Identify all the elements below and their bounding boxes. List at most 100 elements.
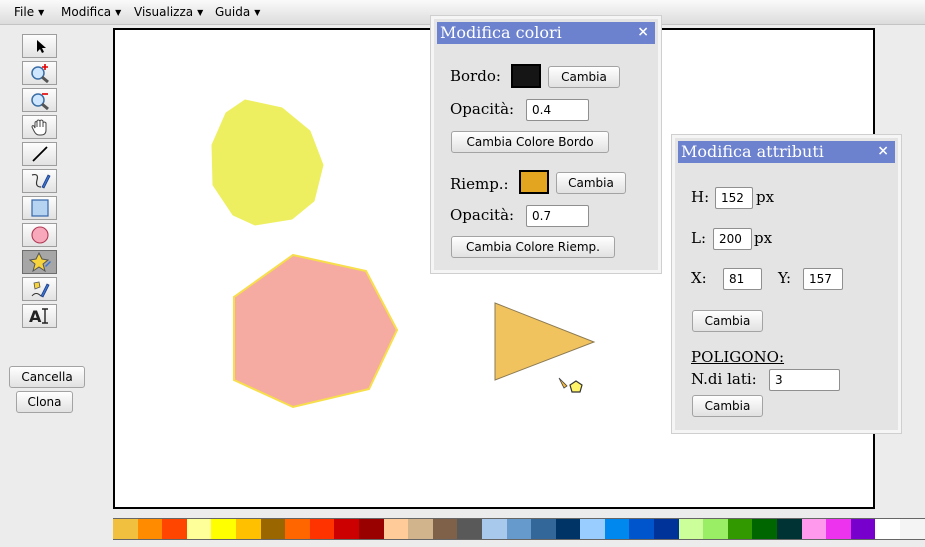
chevron-down-icon: ▼ [115,8,122,17]
palette-color-swatch[interactable] [801,519,827,539]
palette-color-swatch[interactable] [875,519,900,539]
width-input[interactable] [713,228,752,250]
zoom-out-tool[interactable] [22,88,57,112]
text-tool[interactable]: A [22,304,57,328]
palette-color-swatch[interactable] [555,519,581,539]
svg-text:A: A [29,307,42,326]
palette-color-swatch[interactable] [481,519,507,539]
line-icon [31,146,48,162]
palette-color-swatch[interactable] [432,519,458,539]
sides-apply-button[interactable]: Cambia [692,395,763,417]
palette-color-swatch[interactable] [383,519,409,539]
palette-color-swatch[interactable] [260,519,286,539]
sides-input[interactable] [769,369,840,391]
palette-color-swatch[interactable] [186,519,212,539]
palette-color-swatch[interactable] [604,519,630,539]
polygon-tool[interactable] [22,250,57,274]
fill-apply-button[interactable]: Cambia [556,172,626,194]
polygon-pen-icon [31,281,50,298]
polygon-cursor-icon [558,377,583,393]
palette-color-swatch[interactable] [900,519,925,539]
nonagon-shape[interactable] [211,99,324,226]
palette-color-swatch[interactable] [850,519,876,539]
rectangle-icon [30,199,49,217]
menu-file[interactable]: File ▼ [14,5,44,19]
zoom-in-tool[interactable] [22,61,57,85]
chevron-down-icon: ▼ [197,8,204,17]
height-input[interactable] [715,187,753,209]
freehand-tool[interactable] [22,169,57,193]
close-icon[interactable]: × [877,140,889,162]
pointer-tool[interactable] [22,34,57,58]
palette-color-swatch[interactable] [826,519,851,539]
border-opacity-label: Opacità: [450,100,515,118]
fill-label: Riemp.: [450,175,509,193]
palette-color-swatch[interactable] [137,519,163,539]
heptagon-shape[interactable] [233,253,399,409]
palette-color-swatch[interactable] [531,519,556,539]
palette-color-swatch[interactable] [752,519,778,539]
x-input[interactable] [723,268,762,290]
fill-opacity-input[interactable] [526,205,589,227]
palette-color-swatch[interactable] [211,519,236,539]
palette-color-swatch[interactable] [727,519,753,539]
polygon-section-label: POLIGONO: [691,348,785,366]
palette-color-swatch[interactable] [235,519,261,539]
palette-color-swatch[interactable] [506,519,532,539]
close-icon[interactable]: × [637,21,649,43]
width-label: L: [691,229,707,247]
attributes-panel: Modifica attributi × H: px L: px X: Y: C… [672,135,901,433]
palette-color-swatch[interactable] [654,519,679,539]
height-unit: px [756,188,775,206]
zoom-out-icon [30,93,49,110]
rectangle-tool[interactable] [22,196,57,220]
palette-color-swatch[interactable] [678,519,704,539]
ellipse-icon [30,226,49,244]
pan-tool[interactable] [22,115,57,139]
border-opacity-input[interactable] [526,99,589,121]
freehand-pen-icon [31,173,51,189]
delete-button[interactable]: Cancella [9,366,85,388]
chevron-down-icon: ▼ [38,8,45,17]
menu-visualizza[interactable]: Visualizza ▼ [134,5,203,19]
polygon-star-icon [28,252,51,272]
pan-hand-icon [30,119,46,136]
change-fill-color-button[interactable]: Cambia Colore Riemp. [451,236,615,258]
line-tool[interactable] [22,142,57,166]
change-border-color-button[interactable]: Cambia Colore Bordo [451,131,609,153]
palette-color-swatch[interactable] [309,519,335,539]
color-palette [113,518,925,540]
palette-color-swatch[interactable] [334,519,359,539]
polygon-pen-tool[interactable] [22,277,57,301]
palette-color-swatch[interactable] [162,519,187,539]
text-icon: A [29,307,48,326]
border-color-swatch[interactable] [511,64,541,88]
palette-color-swatch[interactable] [408,519,433,539]
palette-color-swatch[interactable] [457,519,482,539]
palette-color-swatch[interactable] [580,519,605,539]
fill-color-swatch[interactable] [519,170,549,194]
palette-color-swatch[interactable] [113,519,138,539]
palette-color-swatch[interactable] [358,519,384,539]
attributes-panel-title: Modifica attributi × [678,141,895,163]
y-input[interactable] [803,268,843,290]
palette-color-swatch[interactable] [629,519,655,539]
zoom-in-icon [30,64,49,83]
palette-color-swatch[interactable] [777,519,802,539]
height-label: H: [691,188,710,206]
menu-guida[interactable]: Guida ▼ [215,5,260,19]
sides-label: N.di lati: [691,370,757,388]
palette-color-swatch[interactable] [285,519,310,539]
palette-color-swatch[interactable] [703,519,728,539]
color-panel-title: Modifica colori × [437,22,655,44]
clone-button[interactable]: Clona [16,391,73,413]
width-unit: px [754,229,773,247]
border-apply-button[interactable]: Cambia [548,66,620,88]
ellipse-tool[interactable] [22,223,57,247]
color-panel: Modifica colori × Bordo: Cambia Opacità:… [431,16,661,273]
fill-opacity-label: Opacità: [450,206,515,224]
triangle-shape[interactable] [494,302,596,381]
menu-modifica[interactable]: Modifica ▼ [61,5,121,19]
chevron-down-icon: ▼ [254,8,261,17]
attributes-apply-button[interactable]: Cambia [692,310,763,332]
